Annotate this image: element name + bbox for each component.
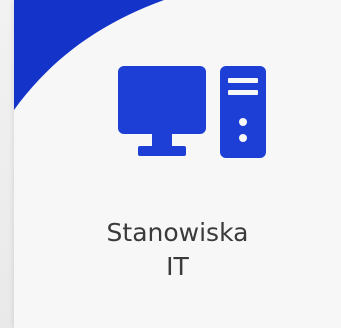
monitor-icon: [118, 66, 206, 156]
tile-label-line2: IT: [166, 252, 189, 281]
tile-label: Stanowiska IT: [14, 216, 341, 284]
tile-label-line1: Stanowiska: [106, 218, 249, 247]
pc-tower-icon: [220, 66, 266, 158]
computer-workstation-icon: [116, 64, 268, 164]
it-workstations-tile[interactable]: Stanowiska IT: [14, 0, 341, 328]
